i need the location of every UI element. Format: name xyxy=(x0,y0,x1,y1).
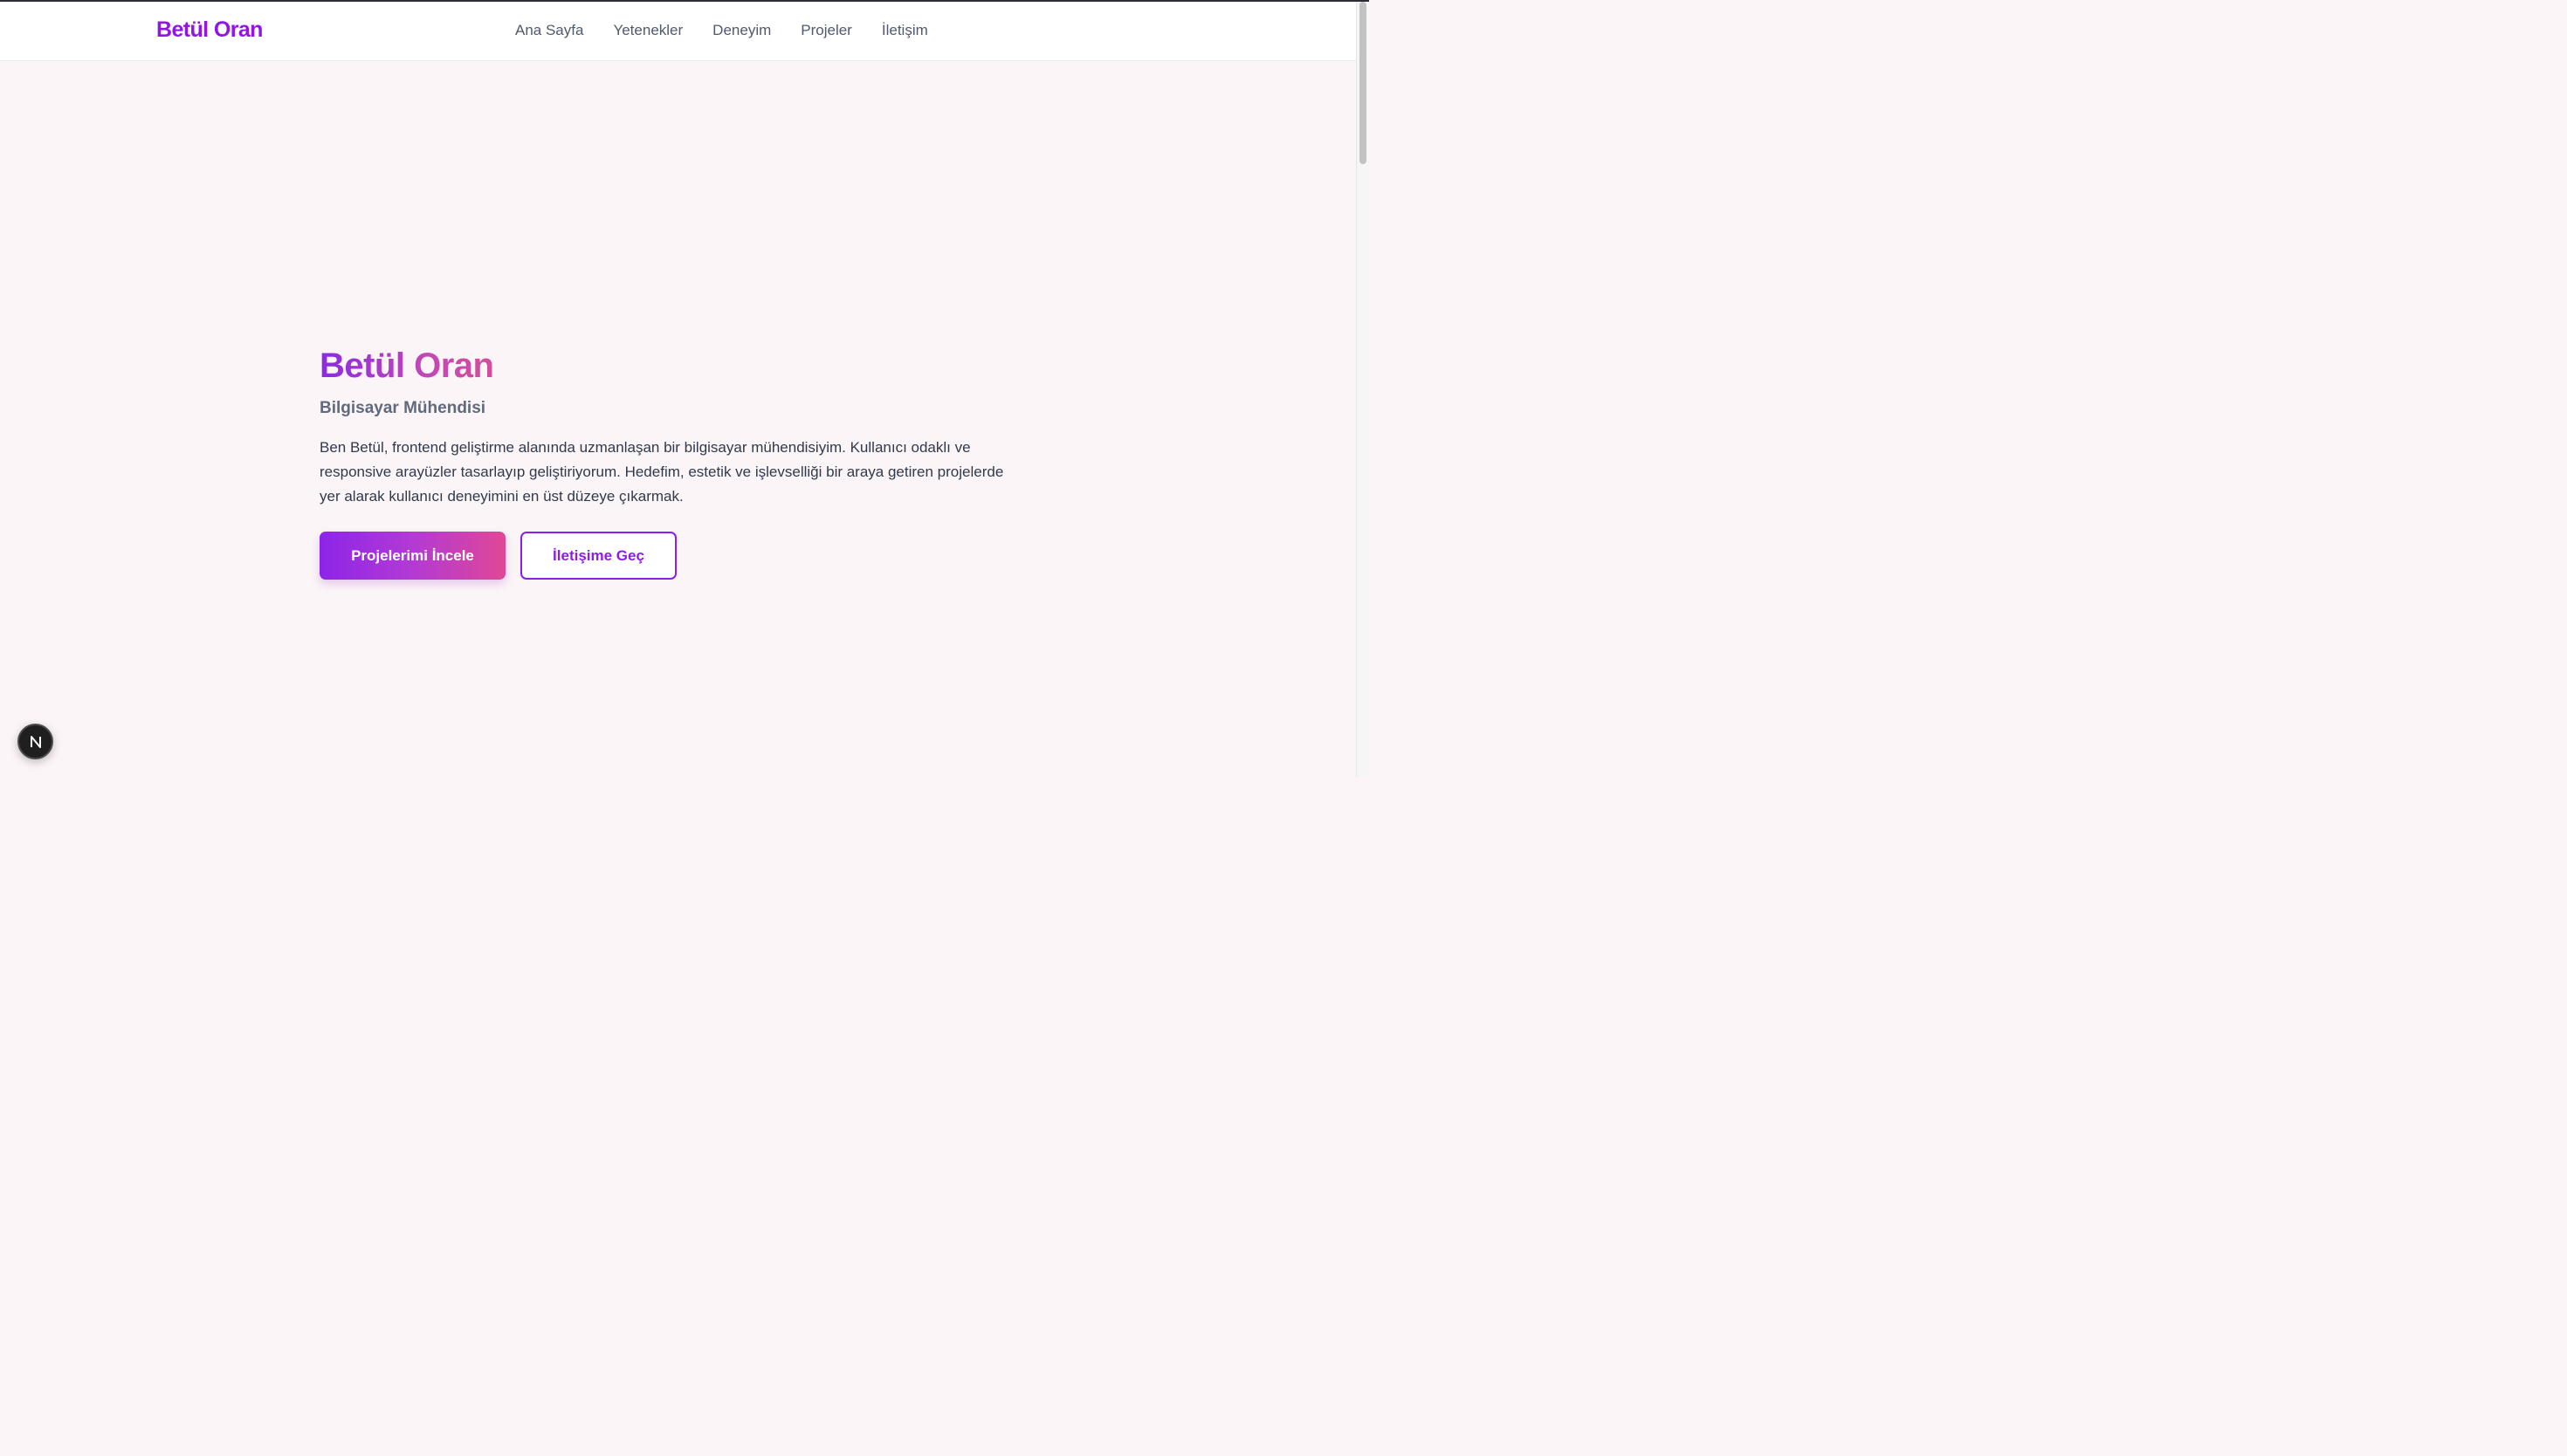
nav-menu: Ana Sayfa Yetenekler Deneyim Projeler İl… xyxy=(515,22,958,39)
nav-link-home[interactable]: Ana Sayfa xyxy=(515,22,583,39)
hero-name-heading: Betül Oran xyxy=(320,347,494,385)
contact-button[interactable]: İletişime Geç xyxy=(520,532,677,580)
hero-button-group: Projelerimi İncele İletişime Geç xyxy=(320,532,1036,580)
brand-logo-link[interactable]: Betül Oran xyxy=(156,17,263,43)
nav-link-experience[interactable]: Deneyim xyxy=(712,22,771,39)
hero-section: Betül Oran Bilgisayar Mühendisi Ben Betü… xyxy=(320,345,1036,580)
hero-description: Ben Betül, frontend geliştirme alanında … xyxy=(320,439,1004,505)
navbar: Betül Oran Ana Sayfa Yetenekler Deneyim … xyxy=(0,2,1356,61)
nav-link-contact[interactable]: İletişim xyxy=(882,22,928,39)
nextjs-n-icon xyxy=(30,735,41,748)
scrollbar-thumb[interactable] xyxy=(1359,2,1366,164)
nav-link-skills[interactable]: Yetenekler xyxy=(613,22,683,39)
page-scrollbar[interactable] xyxy=(1356,2,1369,777)
nav-link-projects[interactable]: Projeler xyxy=(801,22,852,39)
view-projects-button[interactable]: Projelerimi İncele xyxy=(320,532,506,580)
hero-job-title: Bilgisayar Mühendisi xyxy=(320,399,486,417)
nextjs-dev-indicator-button[interactable] xyxy=(17,724,53,759)
